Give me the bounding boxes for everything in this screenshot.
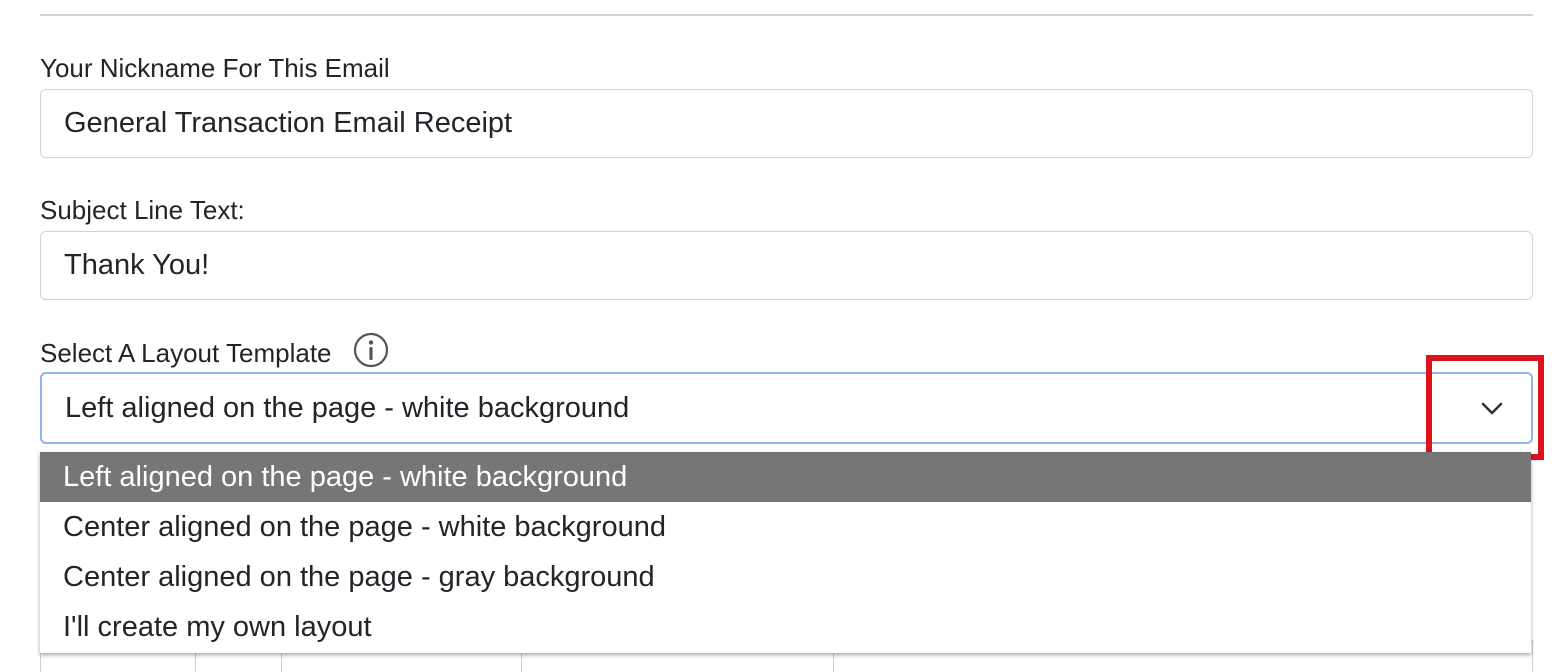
- layout-template-selected-value: Left aligned on the page - white backgro…: [65, 392, 630, 424]
- nickname-input[interactable]: [40, 89, 1533, 158]
- layout-template-label: Select A Layout Template: [40, 332, 389, 374]
- section-divider: [40, 14, 1533, 16]
- dropdown-option-center-gray[interactable]: Center aligned on the page - gray backgr…: [40, 552, 1531, 602]
- dropdown-option-own-layout[interactable]: I'll create my own layout: [40, 602, 1531, 652]
- dropdown-option-left-white[interactable]: Left aligned on the page - white backgro…: [40, 452, 1531, 502]
- email-settings-form: Your Nickname For This Email Subject Lin…: [0, 0, 1558, 672]
- layout-template-dropdown-list: Left aligned on the page - white backgro…: [40, 452, 1531, 653]
- layout-template-label-text: Select A Layout Template: [40, 337, 332, 368]
- subject-input[interactable]: [40, 231, 1533, 300]
- info-circle-icon[interactable]: [353, 332, 389, 374]
- dropdown-option-center-white[interactable]: Center aligned on the page - white backg…: [40, 502, 1531, 552]
- layout-template-select[interactable]: Left aligned on the page - white backgro…: [40, 372, 1533, 444]
- nickname-label: Your Nickname For This Email: [40, 53, 390, 83]
- highlight-annotation-box: [1426, 355, 1544, 460]
- subject-label: Subject Line Text:: [40, 195, 245, 225]
